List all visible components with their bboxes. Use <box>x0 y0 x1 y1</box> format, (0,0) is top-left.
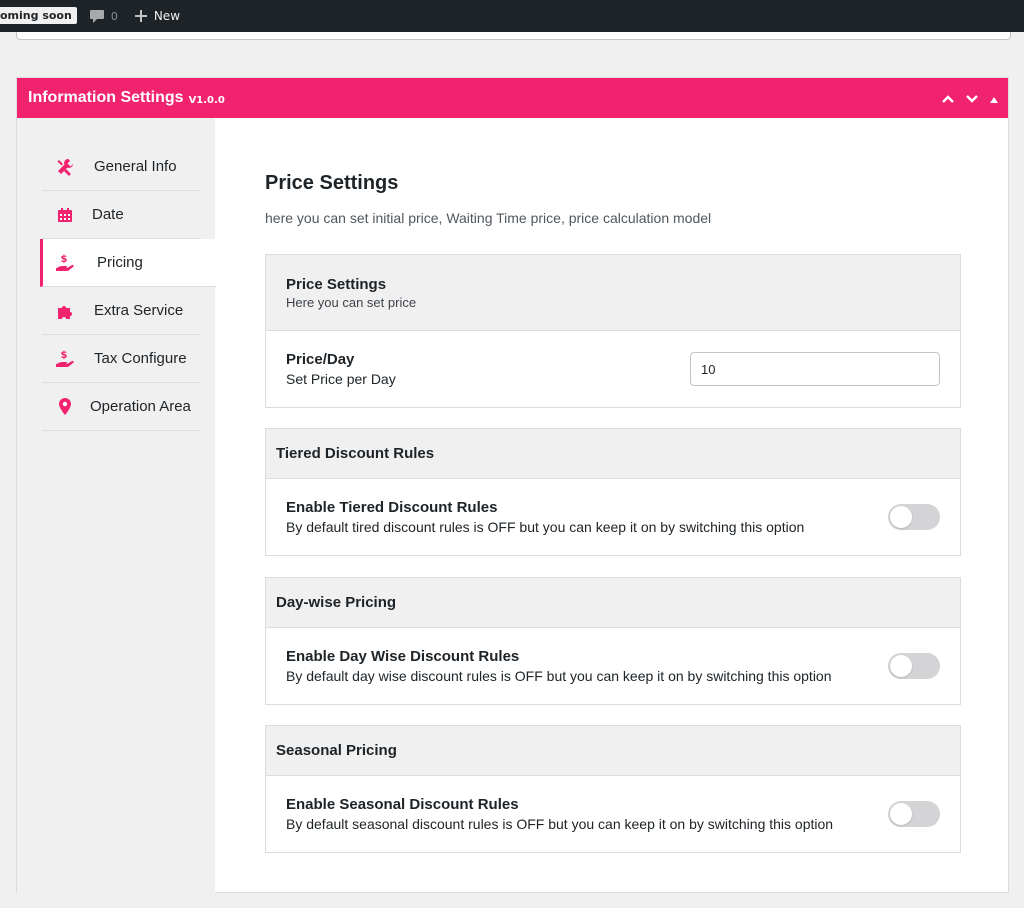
comments-link[interactable]: 0 <box>89 9 118 24</box>
comments-count: 0 <box>110 9 118 23</box>
sidebar-item-operation-area[interactable]: Operation Area <box>42 383 200 431</box>
puzzle-icon <box>54 302 76 320</box>
site-status-badge[interactable]: oming soon <box>0 7 77 24</box>
svg-text:$: $ <box>61 350 68 361</box>
panel-controls <box>941 89 1008 108</box>
price-per-day-input[interactable] <box>690 352 940 386</box>
settings-sidebar: General Info Date $ Pricing Extra Servic… <box>17 118 216 893</box>
panel-header: Information Settings V1.0.0 <box>17 78 1008 118</box>
toggle-knob <box>890 803 912 825</box>
page-title: Price Settings <box>265 172 399 194</box>
tiered-discount-hint: By default tired discount rules is OFF b… <box>286 519 805 535</box>
tiered-discount-card: Tiered Discount Rules Enable Tiered Disc… <box>265 428 961 556</box>
sidebar-item-label: General Info <box>94 158 177 175</box>
price-per-day-row: Price/Day Set Price per Day <box>266 331 960 407</box>
calendar-icon <box>54 207 76 223</box>
price-per-day-label: Price/Day <box>286 351 355 368</box>
price-card-title: Price Settings <box>286 275 387 293</box>
settings-menu: General Info Date $ Pricing Extra Servic… <box>40 143 216 431</box>
price-per-day-hint: Set Price per Day <box>286 371 396 387</box>
sidebar-item-label: Date <box>92 206 124 223</box>
new-label: New <box>153 9 181 23</box>
new-content-link[interactable]: New <box>134 9 181 23</box>
day-wise-discount-toggle[interactable] <box>888 653 940 679</box>
page-description: here you can set initial price, Waiting … <box>265 210 712 226</box>
admin-bar: oming soon 0 New <box>0 0 1024 32</box>
move-up-button[interactable] <box>941 89 955 108</box>
sidebar-item-general-info[interactable]: General Info <box>42 143 200 191</box>
seasonal-discount-hint: By default seasonal discount rules is OF… <box>286 816 834 832</box>
seasonal-discount-toggle[interactable] <box>888 801 940 827</box>
toggle-knob <box>890 506 912 528</box>
tools-icon <box>54 158 76 176</box>
map-pin-icon <box>54 397 76 416</box>
price-card-subtitle: Here you can set price <box>286 294 417 310</box>
day-wise-discount-row: Enable Day Wise Discount Rules By defaul… <box>266 628 960 704</box>
day-wise-discount-hint: By default day wise discount rules is OF… <box>286 668 832 684</box>
panel-version: V1.0.0 <box>188 95 225 106</box>
toggle-knob <box>890 655 912 677</box>
seasonal-discount-title: Enable Seasonal Discount Rules <box>286 796 519 813</box>
svg-text:$: $ <box>61 254 68 265</box>
triangle-up-icon <box>990 96 998 103</box>
previous-panel-edge <box>16 32 1011 40</box>
day-wise-pricing-header: Day-wise Pricing <box>266 578 960 628</box>
hand-dollar-icon: $ <box>54 349 76 369</box>
price-settings-card: Price Settings Here you can set price Pr… <box>265 254 961 408</box>
tiered-discount-row: Enable Tiered Discount Rules By default … <box>266 479 960 555</box>
sidebar-item-label: Extra Service <box>94 302 184 319</box>
chevron-up-icon <box>942 94 954 103</box>
collapse-toggle-button[interactable] <box>989 89 999 108</box>
sidebar-item-extra-service[interactable]: Extra Service <box>42 287 200 335</box>
day-wise-discount-title: Enable Day Wise Discount Rules <box>286 648 520 665</box>
chevron-down-icon <box>966 94 978 103</box>
seasonal-discount-row: Enable Seasonal Discount Rules By defaul… <box>266 776 960 852</box>
panel-title: Information Settings <box>28 89 184 106</box>
move-down-button[interactable] <box>965 89 979 108</box>
comment-icon <box>89 9 104 23</box>
sidebar-item-tax-configure[interactable]: $ Tax Configure <box>42 335 200 383</box>
information-settings-panel: Information Settings V1.0.0 General Info <box>16 77 1009 893</box>
day-wise-pricing-card: Day-wise Pricing Enable Day Wise Discoun… <box>265 577 961 705</box>
tiered-discount-toggle[interactable] <box>888 504 940 530</box>
sidebar-item-date[interactable]: Date <box>42 191 200 239</box>
tiered-discount-header: Tiered Discount Rules <box>266 429 960 479</box>
seasonal-pricing-header: Seasonal Pricing <box>266 726 960 776</box>
sidebar-item-label: Tax Configure <box>94 350 187 367</box>
price-card-header: Price Settings Here you can set price <box>266 255 960 331</box>
hand-dollar-icon: $ <box>54 253 76 273</box>
sidebar-item-label: Pricing <box>97 254 143 271</box>
sidebar-item-pricing[interactable]: $ Pricing <box>40 239 216 287</box>
pricing-content: Price Settings here you can set initial … <box>265 168 961 853</box>
sidebar-item-label: Operation Area <box>90 398 191 415</box>
tiered-discount-title: Enable Tiered Discount Rules <box>286 499 498 516</box>
plus-icon <box>134 10 147 22</box>
seasonal-pricing-card: Seasonal Pricing Enable Seasonal Discoun… <box>265 725 961 853</box>
